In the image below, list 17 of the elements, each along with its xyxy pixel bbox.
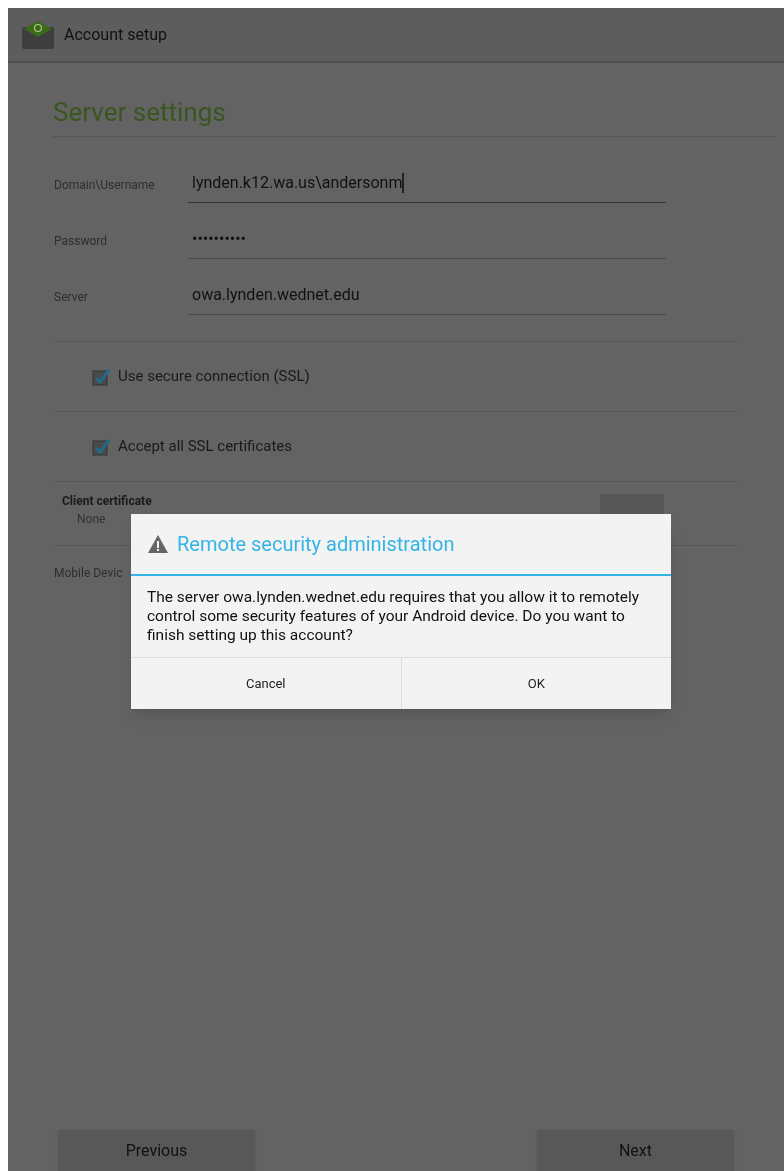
dialog-message: The server owa.lynden.wednet.edu requires that you allow it to remotely control some security features of your Android device. Do you want to finish setting up this account?	[146, 587, 641, 646]
warning-icon	[147, 534, 169, 554]
page-heading: Server settings	[53, 97, 226, 127]
checkbox[interactable]	[92, 437, 110, 456]
text-field[interactable]: owa.lynden.wednet.edu	[188, 275, 666, 315]
footer-button[interactable]: Previous	[58, 1130, 255, 1171]
text-field[interactable]: lynden.k12.wa.us\andersonm	[188, 163, 666, 203]
app-bar-title: Account setup	[64, 23, 167, 46]
checkbox[interactable]	[92, 367, 110, 386]
client-certificate-label: Client certificate	[62, 493, 152, 510]
dialog-button[interactable]: Cancel	[131, 658, 401, 709]
checkbox-label: Use secure connection (SSL)	[118, 366, 310, 388]
checkbox-label: Accept all SSL certificates	[118, 436, 293, 458]
footer-button[interactable]: Next	[537, 1130, 734, 1171]
dialog-button[interactable]: OK	[400, 658, 671, 709]
text-field[interactable]: ••••••••••	[188, 219, 666, 259]
dialog-title: Remote security administration	[177, 531, 455, 558]
